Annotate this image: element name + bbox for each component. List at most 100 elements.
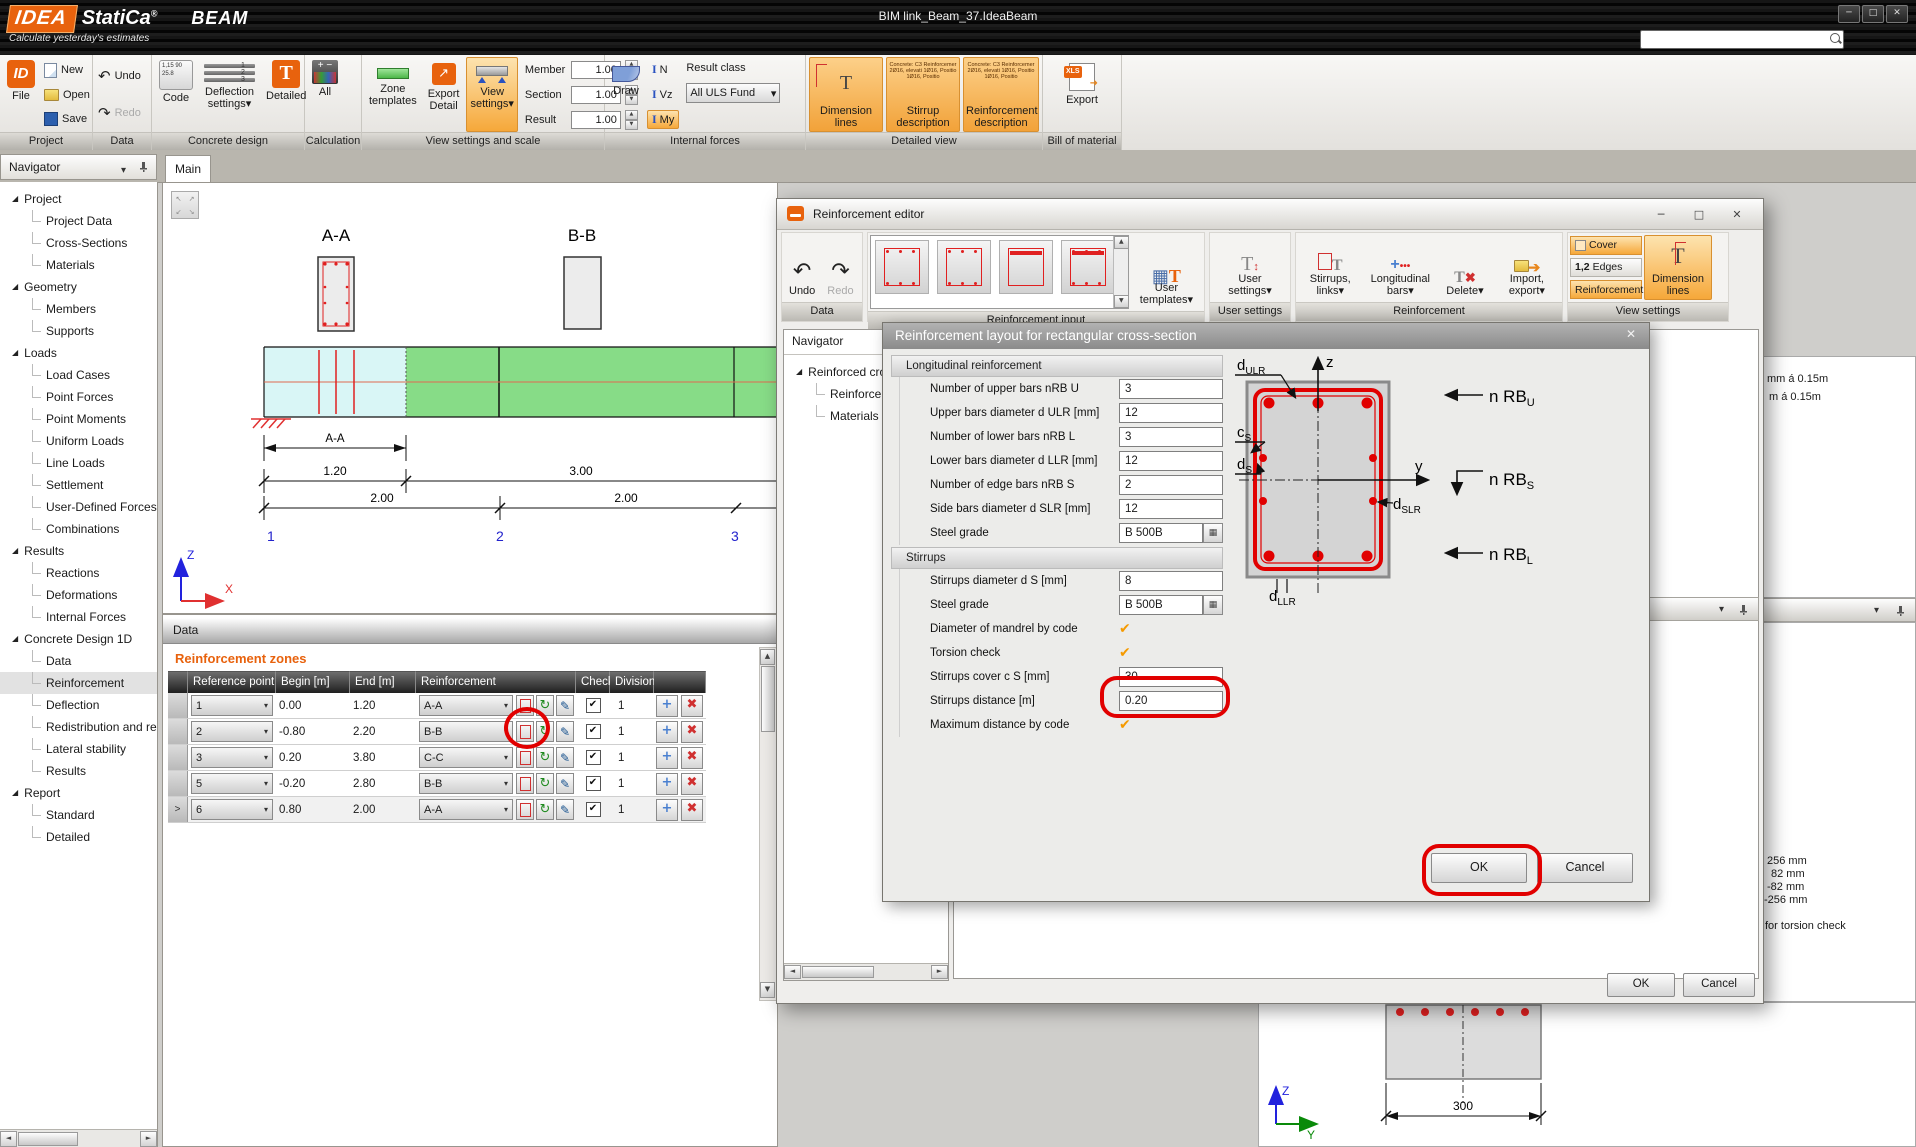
close-button[interactable]: ✕	[1886, 5, 1908, 23]
steel-grade-input[interactable]: B 500B	[1119, 595, 1203, 615]
pin-icon[interactable]	[1739, 605, 1748, 615]
value-input[interactable]: 3	[1119, 427, 1223, 447]
data-panel-header[interactable]: Data	[163, 618, 777, 644]
sidebar-item-results[interactable]: ◢Results	[0, 540, 157, 562]
reference-point-select[interactable]: 5▾	[191, 773, 273, 794]
scroll-left-icon[interactable]: ◄	[0, 1131, 17, 1147]
reinforcement-description-button[interactable]: Concrete: C3 Reinforcemer 2Ø16, elevati …	[963, 57, 1039, 132]
import-export-button[interactable]: ➔ Import, export▾	[1494, 235, 1560, 300]
editor-undo-button[interactable]: ↶Undo	[784, 235, 820, 300]
right-panel-header[interactable]: ▾	[1762, 598, 1916, 622]
template-thumbnail[interactable]	[999, 240, 1053, 294]
reference-point-select[interactable]: 2▾	[191, 721, 273, 742]
scroll-right-icon[interactable]: ►	[931, 965, 948, 979]
template-scrollbar[interactable]: ▲ ▼	[1113, 236, 1128, 308]
sidebar-item-supports[interactable]: Supports	[0, 320, 157, 342]
navigator-hscrollbar[interactable]: ◄ ►	[0, 1129, 157, 1147]
sidebar-item-user-defined-forces[interactable]: User-Defined Forces	[0, 496, 157, 518]
sidebar-item-cross-sections[interactable]: Cross-Sections	[0, 232, 157, 254]
add-zone-button[interactable]: +	[656, 773, 678, 795]
dimension-lines-button[interactable]: T Dimension lines	[809, 57, 883, 132]
delete-zone-button[interactable]: ✖	[681, 773, 703, 795]
stirrups-links-button[interactable]: T Stirrups, links▾	[1298, 235, 1362, 300]
reinforcement-select[interactable]: A-A▾	[419, 695, 513, 716]
sidebar-item-point-moments[interactable]: Point Moments	[0, 408, 157, 430]
minimize-button[interactable]: ─	[1838, 5, 1860, 23]
pan-arrows-widget[interactable]: ↖↗↙↘	[171, 191, 199, 219]
force-n-button[interactable]: IN	[647, 60, 679, 79]
sidebar-item-loads[interactable]: ◢Loads	[0, 342, 157, 364]
close-icon[interactable]: ✕	[1621, 327, 1641, 341]
sidebar-item-geometry[interactable]: ◢Geometry	[0, 276, 157, 298]
scrollbar-thumb[interactable]	[761, 666, 775, 732]
sidebar-item-members[interactable]: Members	[0, 298, 157, 320]
row-selector[interactable]: >	[168, 797, 188, 822]
template-thumbnail[interactable]	[937, 240, 991, 294]
stirrup-zone-button[interactable]	[516, 695, 534, 716]
cover-toggle[interactable]: Cover	[1570, 236, 1642, 255]
reference-point-select[interactable]: 6▾	[191, 799, 273, 820]
sidebar-item-point-forces[interactable]: Point Forces	[0, 386, 157, 408]
template-list[interactable]: ▲ ▼	[870, 235, 1129, 309]
row-selector[interactable]	[168, 745, 188, 770]
refresh-zone-button[interactable]: ↻	[536, 721, 554, 742]
sidebar-item-combinations[interactable]: Combinations	[0, 518, 157, 540]
sidebar-item-deformations[interactable]: Deformations	[0, 584, 157, 606]
scroll-right-icon[interactable]: ►	[140, 1131, 157, 1147]
sidebar-item-materials[interactable]: Materials	[0, 254, 157, 276]
result-class-select[interactable]: All ULS Fund▾	[686, 83, 780, 103]
editor-redo-button[interactable]: ↷Redo	[822, 235, 858, 300]
checked-icon[interactable]: ✔	[1119, 717, 1131, 733]
reinforcement-select[interactable]: B-B▾	[419, 773, 513, 794]
sidebar-item-detailed[interactable]: Detailed	[0, 826, 157, 848]
sidebar-item-project-data[interactable]: Project Data	[0, 210, 157, 232]
edit-zone-button[interactable]: ✎	[556, 721, 574, 742]
value-input[interactable]: 30	[1119, 667, 1223, 687]
sidebar-item-lateral-stability[interactable]: Lateral stability	[0, 738, 157, 760]
edges-toggle[interactable]: 1,2Edges	[1570, 258, 1642, 277]
close-icon[interactable]: ✕	[1719, 203, 1755, 227]
add-zone-button[interactable]: +	[656, 695, 678, 717]
layout-ok-button[interactable]: OK	[1431, 853, 1527, 883]
chevron-down-icon[interactable]: ▾	[121, 159, 126, 183]
longitudinal-bars-button[interactable]: +••• Longitudinal bars▾	[1364, 235, 1436, 300]
check-checkbox[interactable]: ✔	[586, 750, 601, 765]
value-input[interactable]: 2	[1119, 475, 1223, 495]
refresh-zone-button[interactable]: ↻	[536, 695, 554, 716]
search-input[interactable]	[1640, 30, 1844, 49]
navigator-panel-header[interactable]: Navigator ▾	[0, 154, 157, 180]
reinforcement-select[interactable]: A-A▾	[419, 799, 513, 820]
pin-icon[interactable]	[139, 162, 148, 172]
sidebar-item-line-loads[interactable]: Line Loads	[0, 452, 157, 474]
editor-nav-hscrollbar[interactable]: ◄ ►	[784, 963, 948, 980]
edit-zone-button[interactable]: ✎	[556, 695, 574, 716]
refresh-zone-button[interactable]: ↻	[536, 799, 554, 820]
scroll-down-icon[interactable]: ▼	[760, 982, 775, 998]
sidebar-item-load-cases[interactable]: Load Cases	[0, 364, 157, 386]
stirrup-zone-button[interactable]	[516, 799, 534, 820]
stirrup-description-button[interactable]: Concrete: C3 Reinforcemer 2Ø16, elevati …	[886, 57, 960, 132]
sidebar-item-report[interactable]: ◢Report	[0, 782, 157, 804]
delete-zone-button[interactable]: ✖	[681, 721, 703, 743]
sidebar-item-concrete-design-1d[interactable]: ◢Concrete Design 1D	[0, 628, 157, 650]
add-zone-button[interactable]: +	[656, 747, 678, 769]
delete-zone-button[interactable]: ✖	[681, 695, 703, 717]
row-selector[interactable]	[168, 771, 188, 796]
edit-zone-button[interactable]: ✎	[556, 799, 574, 820]
edit-zone-button[interactable]: ✎	[556, 747, 574, 768]
pin-icon[interactable]	[1896, 606, 1905, 616]
redo-button[interactable]: ↷Redo	[96, 103, 143, 123]
scrollbar-thumb[interactable]	[802, 966, 874, 978]
sidebar-item-internal-forces[interactable]: Internal Forces	[0, 606, 157, 628]
expander-icon[interactable]: ◢	[796, 361, 802, 383]
maximize-button[interactable]: □	[1862, 5, 1884, 23]
row-selector[interactable]	[168, 719, 188, 744]
value-input[interactable]: 12	[1119, 499, 1223, 519]
add-zone-button[interactable]: +	[656, 721, 678, 743]
reinforcement-select[interactable]: B-B▾	[419, 721, 513, 742]
scroll-up-icon[interactable]: ▲	[760, 649, 775, 665]
editor-dimension-lines-button[interactable]: T Dimension lines	[1644, 235, 1712, 300]
steel-grade-input[interactable]: B 500B	[1119, 523, 1203, 543]
sidebar-item-data[interactable]: Data	[0, 650, 157, 672]
force-vz-button[interactable]: IVz	[647, 85, 679, 104]
